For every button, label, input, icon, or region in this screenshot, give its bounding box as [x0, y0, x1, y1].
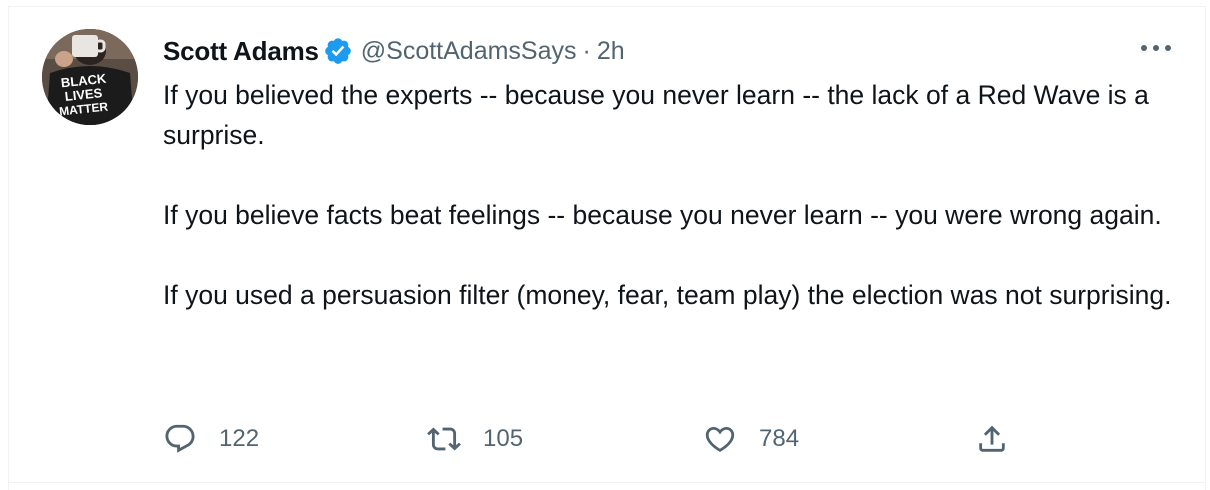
more-icon[interactable]	[1136, 36, 1176, 60]
timestamp[interactable]: 2h	[597, 37, 625, 66]
author-handle[interactable]: @ScottAdamsSays	[361, 37, 577, 66]
retweet-count: 105	[483, 425, 524, 452]
tweet-paragraph: If you believed the experts -- because y…	[163, 80, 1149, 150]
divider	[8, 482, 1206, 483]
action-bar: 122 105 784	[163, 419, 1063, 459]
reply-button[interactable]: 122	[163, 419, 259, 459]
avatar-image: BLACK LIVES MATTER	[42, 29, 138, 125]
author-name[interactable]: Scott Adams	[163, 36, 319, 67]
tweet-header: Scott Adams @ScottAdamsSays · 2h	[163, 31, 625, 71]
like-button[interactable]: 784	[703, 419, 799, 459]
reply-count: 122	[219, 425, 260, 452]
separator-dot: ·	[582, 36, 591, 65]
avatar[interactable]: BLACK LIVES MATTER	[42, 29, 138, 125]
share-button[interactable]	[975, 419, 1009, 459]
reply-icon	[165, 424, 195, 453]
heart-icon	[705, 426, 735, 452]
share-icon	[979, 425, 1005, 452]
tweet-paragraph: If you used a persuasion filter (money, …	[163, 280, 1172, 310]
tweet-paragraph: If you believe facts beat feelings -- be…	[163, 200, 1162, 230]
retweet-button[interactable]: 105	[427, 419, 523, 459]
verified-badge-icon	[323, 36, 353, 66]
retweet-icon	[427, 427, 461, 451]
like-count: 784	[759, 425, 800, 452]
tweet-text: If you believed the experts -- because y…	[163, 75, 1173, 315]
